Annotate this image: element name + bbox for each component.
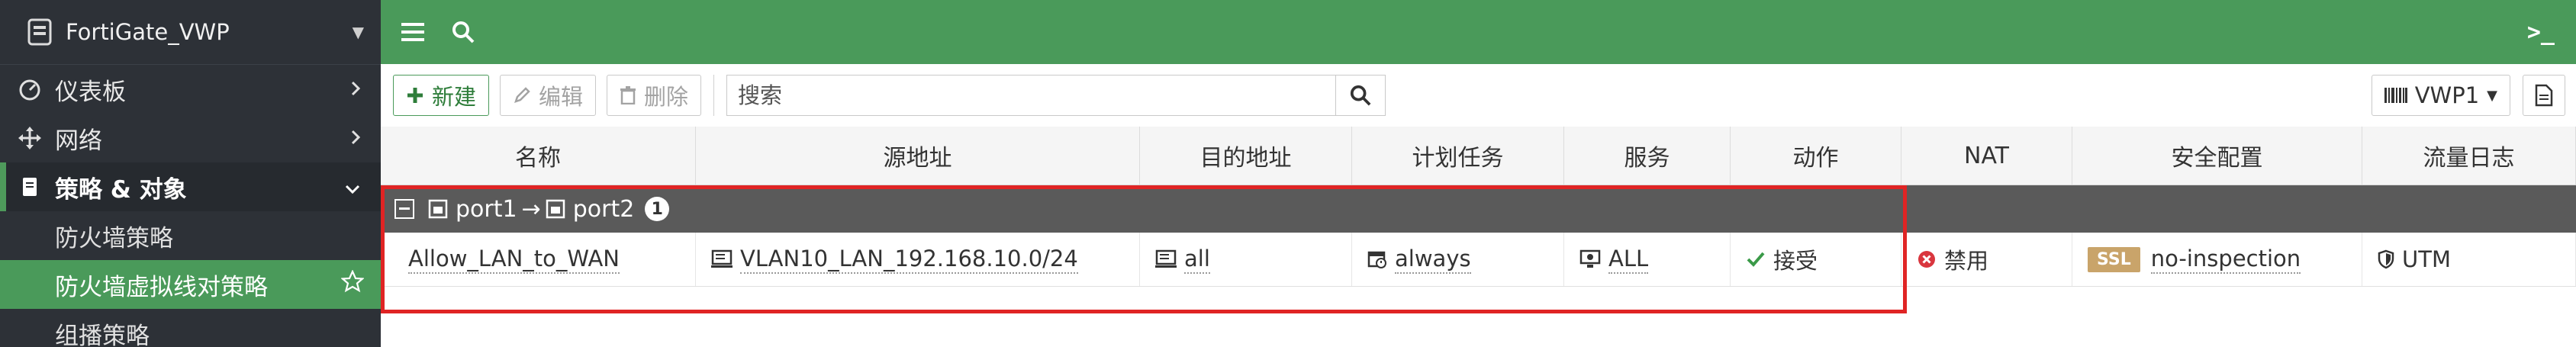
column-header-destination[interactable]: 目的地址 (1140, 127, 1352, 185)
nat-value: 禁用 (1944, 248, 1989, 274)
address-icon (1155, 249, 1177, 269)
edit-button[interactable]: 编辑 (500, 75, 597, 116)
address-icon (711, 249, 733, 269)
create-new-button[interactable]: 新建 (393, 75, 490, 116)
sidebar-item-network[interactable]: 网络 (0, 114, 381, 162)
search-icon (1350, 85, 1371, 106)
sidebar-item-label: 策略 & 对象 (55, 175, 187, 204)
sidebar-item-policy-objects[interactable]: 策略 & 对象 (0, 162, 381, 211)
pencil-icon (513, 86, 531, 104)
network-icon (17, 125, 43, 151)
vdom-label: VWP1 (2414, 82, 2480, 108)
sidebar-item-label: 仪表板 (55, 78, 126, 106)
collapse-icon[interactable] (394, 199, 414, 219)
chevron-down-icon (344, 173, 361, 201)
action-value: 接受 (1773, 248, 1818, 274)
group-arrow: → (521, 195, 541, 223)
log-value: UTM (2402, 246, 2451, 272)
toolbar-divider (713, 75, 715, 116)
column-header-action[interactable]: 动作 (1731, 127, 1901, 185)
sidebar-subitem-label: 组播策略 (55, 322, 150, 347)
dashboard-icon (17, 76, 43, 102)
disabled-x-icon (1917, 249, 1937, 269)
policy-table: 名称 源地址 目的地址 计划任务 服务 动作 NAT 安全配置 流量日志 por… (381, 127, 2576, 347)
policy-name[interactable]: Allow_LAN_to_WAN (408, 245, 620, 274)
device-name: FortiGate_VWP (66, 19, 230, 45)
vdom-selector[interactable]: VWP1 ▼ (2371, 75, 2510, 116)
group-from-port: port1 (456, 195, 517, 223)
device-icon (27, 18, 52, 46)
document-icon (2535, 84, 2553, 107)
table-header: 名称 源地址 目的地址 计划任务 服务 动作 NAT 安全配置 流量日志 (381, 127, 2576, 185)
top-header: >_ (381, 0, 2576, 64)
caret-down-icon: ▼ (352, 23, 364, 41)
calendar-icon (1367, 249, 1387, 269)
shield-icon (2378, 249, 2394, 269)
cell-log: UTM (2362, 233, 2576, 286)
group-to-port: port2 (572, 195, 635, 223)
sidebar-subitem-virtual-wire-pair-policy[interactable]: 防火墙虚拟线对策略 (0, 260, 381, 309)
delete-button[interactable]: 删除 (607, 75, 702, 116)
caret-down-icon: ▼ (2487, 87, 2497, 104)
edit-label: 编辑 (539, 84, 584, 110)
barcode-icon (2384, 86, 2407, 104)
search-box (726, 75, 1386, 116)
destination-address[interactable]: all (1184, 245, 1210, 274)
source-address[interactable]: VLAN10_LAN_192.168.10.0/24 (740, 245, 1078, 274)
export-button[interactable] (2523, 75, 2565, 116)
toolbar: 新建 编辑 删除 VWP1 ▼ (381, 64, 2576, 127)
port-icon (428, 199, 448, 219)
column-header-name[interactable]: 名称 (381, 127, 696, 185)
cell-schedule: always (1352, 233, 1564, 286)
create-new-label: 新建 (432, 84, 477, 110)
column-header-schedule[interactable]: 计划任务 (1352, 127, 1564, 185)
cell-name: Allow_LAN_to_WAN (381, 233, 696, 286)
sidebar-subitem-multicast-policy[interactable]: 组播策略 (0, 309, 381, 347)
cell-security-profiles: SSL no-inspection (2072, 233, 2362, 286)
port-icon (546, 199, 565, 219)
checkmark-icon (1746, 251, 1766, 268)
sidebar-item-label: 网络 (55, 127, 102, 155)
sidebar-subitem-firewall-policy[interactable]: 防火墙策略 (0, 211, 381, 260)
service-value[interactable]: ALL (1608, 245, 1649, 274)
column-header-security-profiles[interactable]: 安全配置 (2072, 127, 2362, 185)
device-selector[interactable]: FortiGate_VWP ▼ (0, 0, 381, 65)
search-input[interactable] (726, 75, 1336, 116)
cell-destination: all (1140, 233, 1352, 286)
search-icon[interactable] (449, 18, 477, 46)
sidebar-subitem-label: 防火墙策略 (55, 224, 173, 252)
column-header-nat[interactable]: NAT (1901, 127, 2072, 185)
service-icon (1579, 249, 1601, 269)
policy-icon (17, 174, 43, 200)
column-header-service[interactable]: 服务 (1564, 127, 1731, 185)
chevron-right-icon (350, 76, 361, 103)
ssl-inspection-profile[interactable]: no-inspection (2150, 245, 2301, 274)
ssl-badge: SSL (2088, 246, 2140, 272)
sidebar-subitem-label: 防火墙虚拟线对策略 (55, 273, 268, 301)
search-button[interactable] (1335, 75, 1386, 116)
sidebar: FortiGate_VWP ▼ 仪表板 网络 策略 & 对象 防火墙策略 防火墙… (0, 0, 381, 347)
group-count-badge: 1 (645, 197, 670, 221)
cli-console-button[interactable]: >_ (2527, 19, 2555, 46)
hamburger-menu-icon[interactable] (399, 18, 427, 46)
cell-nat: 禁用 (1901, 233, 2072, 286)
trash-icon (620, 86, 636, 104)
chevron-right-icon (350, 124, 361, 152)
cell-action: 接受 (1731, 233, 1901, 286)
policy-group-row[interactable]: port1 → port2 1 (381, 185, 2576, 233)
cell-service: ALL (1564, 233, 1731, 286)
table-row[interactable]: Allow_LAN_to_WAN VLAN10_LAN_192.168.10.0… (381, 233, 2576, 287)
delete-label: 删除 (644, 84, 689, 110)
favorite-star-icon[interactable] (340, 269, 365, 299)
schedule-value[interactable]: always (1395, 245, 1471, 274)
column-header-log[interactable]: 流量日志 (2362, 127, 2576, 185)
column-header-source[interactable]: 源地址 (696, 127, 1140, 185)
cell-source: VLAN10_LAN_192.168.10.0/24 (696, 233, 1140, 286)
sidebar-item-dashboard[interactable]: 仪表板 (0, 65, 381, 114)
plus-icon (406, 86, 424, 104)
